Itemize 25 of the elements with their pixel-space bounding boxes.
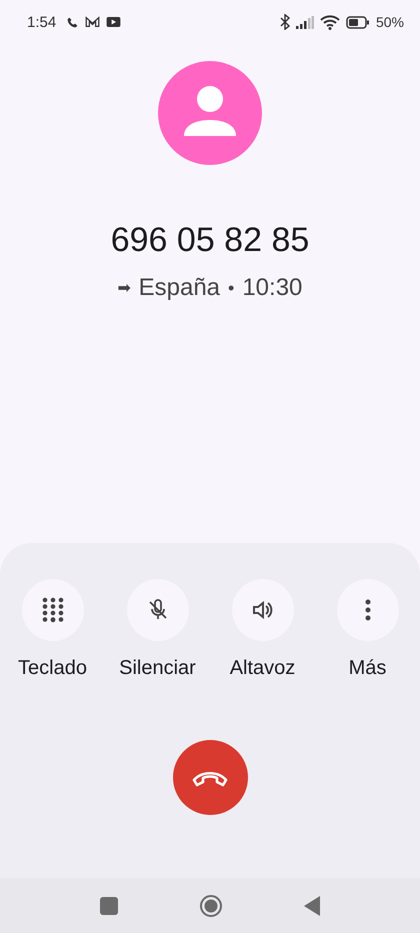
wifi-icon bbox=[320, 14, 340, 30]
control-label: Silenciar bbox=[119, 657, 196, 680]
control-label: Más bbox=[348, 657, 386, 680]
control-label: Teclado bbox=[18, 657, 87, 680]
arrow-icon: ➡ bbox=[118, 278, 131, 298]
separator-dot: • bbox=[228, 278, 234, 298]
call-location: España bbox=[138, 274, 220, 302]
mail-icon bbox=[85, 16, 100, 28]
speaker-icon bbox=[250, 598, 274, 622]
home-icon[interactable] bbox=[198, 894, 223, 918]
dialpad-icon bbox=[42, 597, 64, 623]
call-duration: 10:30 bbox=[242, 274, 302, 302]
bluetooth-icon bbox=[280, 14, 290, 30]
battery-icon bbox=[346, 16, 370, 28]
status-time: 1:54 bbox=[27, 14, 56, 30]
phone-icon bbox=[66, 16, 80, 28]
phone-number: 696 05 82 85 bbox=[110, 221, 310, 260]
recents-icon[interactable] bbox=[100, 896, 118, 914]
control-label: Altavoz bbox=[230, 657, 296, 680]
video-icon bbox=[106, 16, 122, 28]
more-icon bbox=[364, 599, 372, 621]
battery-level: 50% bbox=[376, 14, 404, 30]
signal-icon bbox=[296, 16, 314, 28]
avatar-icon bbox=[158, 61, 262, 165]
back-icon[interactable] bbox=[304, 896, 320, 916]
